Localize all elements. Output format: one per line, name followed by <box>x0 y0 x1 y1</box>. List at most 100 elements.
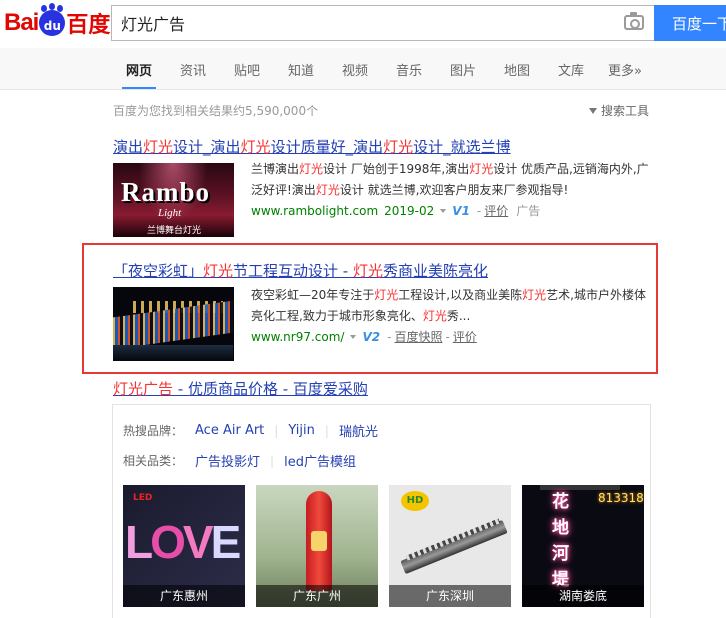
text-segment: 工程设计,以及商业美陈 <box>398 288 523 302</box>
funnel-icon <box>589 107 597 114</box>
keyword-highlight: 灯光广告 <box>113 380 174 398</box>
logo-text-du: du <box>43 19 61 33</box>
ad-label[interactable]: 广告 <box>516 202 540 219</box>
cache-link[interactable]: 百度快照 <box>394 328 442 345</box>
product-brand-mark: LED <box>133 493 153 503</box>
hot-brand-link[interactable]: Yijin <box>288 423 315 438</box>
shop-card: 热搜品牌： Ace Air Art | Yijin | 瑞航光 相关品类： 广告投影灯 |… <box>112 404 651 618</box>
result-url-line: www.nr97.com/ V2 - 百度快照 - 评价 <box>251 328 477 345</box>
trust-badge[interactable]: V2 <box>362 330 380 344</box>
text-segment: 节工程互动设计 - <box>233 262 353 280</box>
search-button[interactable]: 百度一下 <box>654 5 726 41</box>
neon-sign-text: 花地河堤 <box>552 492 569 590</box>
result-abstract: 夜空彩虹—20年专注于灯光工程设计,以及商业美陈灯光艺术,城市户外楼体亮化工程,… <box>251 285 656 327</box>
text-segment: 设计质量好_演出 <box>270 138 384 156</box>
keyword-highlight: 灯光 <box>352 262 383 280</box>
hot-brands-row: 热搜品牌： Ace Air Art | Yijin | 瑞航光 <box>123 421 378 440</box>
text-segment: 秀商业美陈亮化 <box>383 262 489 280</box>
hot-brand-link[interactable]: 瑞航光 <box>339 421 378 440</box>
text-segment: 兰博演出 <box>251 162 300 176</box>
keyword-highlight: 灯光 <box>422 309 447 323</box>
keyword-highlight: 灯光 <box>240 138 271 156</box>
tab-8[interactable]: 文库 <box>558 60 584 79</box>
review-link[interactable]: 评价 <box>484 202 508 219</box>
text-segment: 设计_演出 <box>173 138 241 156</box>
text-segment: 演出 <box>113 138 144 156</box>
camera-icon[interactable] <box>624 12 644 30</box>
product-card[interactable]: HD 广东深圳 <box>389 485 511 607</box>
search-tools-button[interactable]: 搜索工具 <box>589 102 649 119</box>
keyword-highlight: 灯光 <box>383 138 414 156</box>
result-thumbnail[interactable] <box>113 287 234 361</box>
tab-3[interactable]: 知道 <box>288 60 314 79</box>
neon-sign-digits: 813318 <box>598 491 644 505</box>
related-categories-row: 相关品类： 广告投影灯 | led广告模组 <box>123 451 356 471</box>
tab-5[interactable]: 音乐 <box>396 60 422 79</box>
product-card[interactable]: 广东广州 <box>256 485 378 607</box>
baidu-logo[interactable]: Bai du 百度 <box>4 5 111 38</box>
result-abstract: 兰博演出灯光设计 厂始创于1998年,演出灯光设计 优质产品,远销海内外,广泛好… <box>251 159 656 201</box>
product-brand-mark: HD <box>401 491 429 511</box>
wall-washer-light <box>400 519 508 575</box>
keyword-highlight: 灯光 <box>143 138 174 156</box>
chevron-down-icon[interactable] <box>440 208 447 213</box>
search-box <box>111 5 654 41</box>
product-card[interactable]: LED LOVE 广东惠州 <box>123 485 245 607</box>
tab-4[interactable]: 视频 <box>342 60 368 79</box>
shop-title[interactable]: 灯光广告 - 优质商品价格 - 百度爱采购 <box>113 378 368 399</box>
divider: | <box>274 423 279 438</box>
inflatable-column <box>306 491 332 591</box>
love-sign: LOVE <box>125 516 241 568</box>
hot-brands-label: 热搜品牌： <box>123 424 184 438</box>
thumb-logo-light: Light <box>158 207 182 219</box>
keyword-highlight: 灯光 <box>203 262 234 280</box>
paw-icon: du <box>39 5 66 36</box>
result-url-line: www.rambolight.com 2019-02 V1 - 评价 广告 <box>251 202 541 219</box>
text-segment: 秀... <box>446 309 471 323</box>
review-link[interactable]: 评价 <box>453 328 477 345</box>
divider: | <box>324 423 329 438</box>
result-title[interactable]: 演出灯光设计_演出灯光设计质量好_演出灯光设计_就选兰博 <box>113 136 511 157</box>
product-card[interactable]: 花地河堤 813318 湖南娄底 <box>522 485 644 607</box>
result-url[interactable]: www.rambolight.com <box>251 204 378 218</box>
chevron-down-icon[interactable] <box>350 334 357 339</box>
related-categories-label: 相关品类： <box>123 454 184 468</box>
trust-badge[interactable]: V1 <box>452 204 470 218</box>
light-band <box>113 300 233 350</box>
result-thumbnail[interactable]: Rambo Light 兰博舞台灯光 <box>113 163 234 237</box>
text-segment: 设计 就选兰博,欢迎客户朋友来厂参观指导! <box>339 183 569 197</box>
text-segment: 「夜空彩虹」 <box>113 262 204 280</box>
product-location: 湖南娄底 <box>522 585 644 607</box>
logo-text-bai: Bai <box>4 9 39 36</box>
keyword-highlight: 灯光 <box>374 288 399 302</box>
keyword-highlight: 灯光 <box>522 288 547 302</box>
result-date: 2019-02 <box>384 203 435 218</box>
result-stats: 百度为您找到相关结果约5,590,000个 <box>113 104 319 118</box>
tab-9[interactable]: 更多» <box>608 60 642 79</box>
ground <box>113 345 233 361</box>
search-tools-label: 搜索工具 <box>601 104 650 118</box>
result-url[interactable]: www.nr97.com/ <box>251 330 344 344</box>
divider: | <box>270 453 275 468</box>
text-segment: 设计_就选兰博 <box>413 138 511 156</box>
keyword-highlight: 灯光 <box>299 162 324 176</box>
result-title[interactable]: 「夜空彩虹」灯光节工程互动设计 - 灯光秀商业美陈亮化 <box>113 260 488 281</box>
keyword-highlight: 灯光 <box>315 183 340 197</box>
tab-7[interactable]: 地图 <box>504 60 530 79</box>
thumb-caption: 兰博舞台灯光 <box>147 226 202 236</box>
search-tabs: 网页 资讯 贴吧 知道 视频 音乐 图片 地图 文库 更多» <box>0 48 726 90</box>
tab-2[interactable]: 贴吧 <box>234 60 260 79</box>
related-category-link[interactable]: led广告模组 <box>284 451 356 470</box>
header: Bai du 百度 百度一下 <box>0 0 726 48</box>
product-location: 广东惠州 <box>123 585 245 607</box>
tab-1[interactable]: 资讯 <box>180 60 206 79</box>
text-segment: - 优质商品价格 - 百度爱采购 <box>173 380 368 398</box>
tab-6[interactable]: 图片 <box>450 60 476 79</box>
related-category-link[interactable]: 广告投影灯 <box>195 451 260 470</box>
hot-brand-link[interactable]: Ace Air Art <box>195 423 264 438</box>
logo-text-cn: 百度 <box>66 13 111 38</box>
product-location: 广东广州 <box>256 585 378 607</box>
tab-0[interactable]: 网页 <box>121 60 157 89</box>
search-input[interactable] <box>112 6 592 40</box>
text-segment: 设计 厂始创于1998年,演出 <box>323 162 470 176</box>
